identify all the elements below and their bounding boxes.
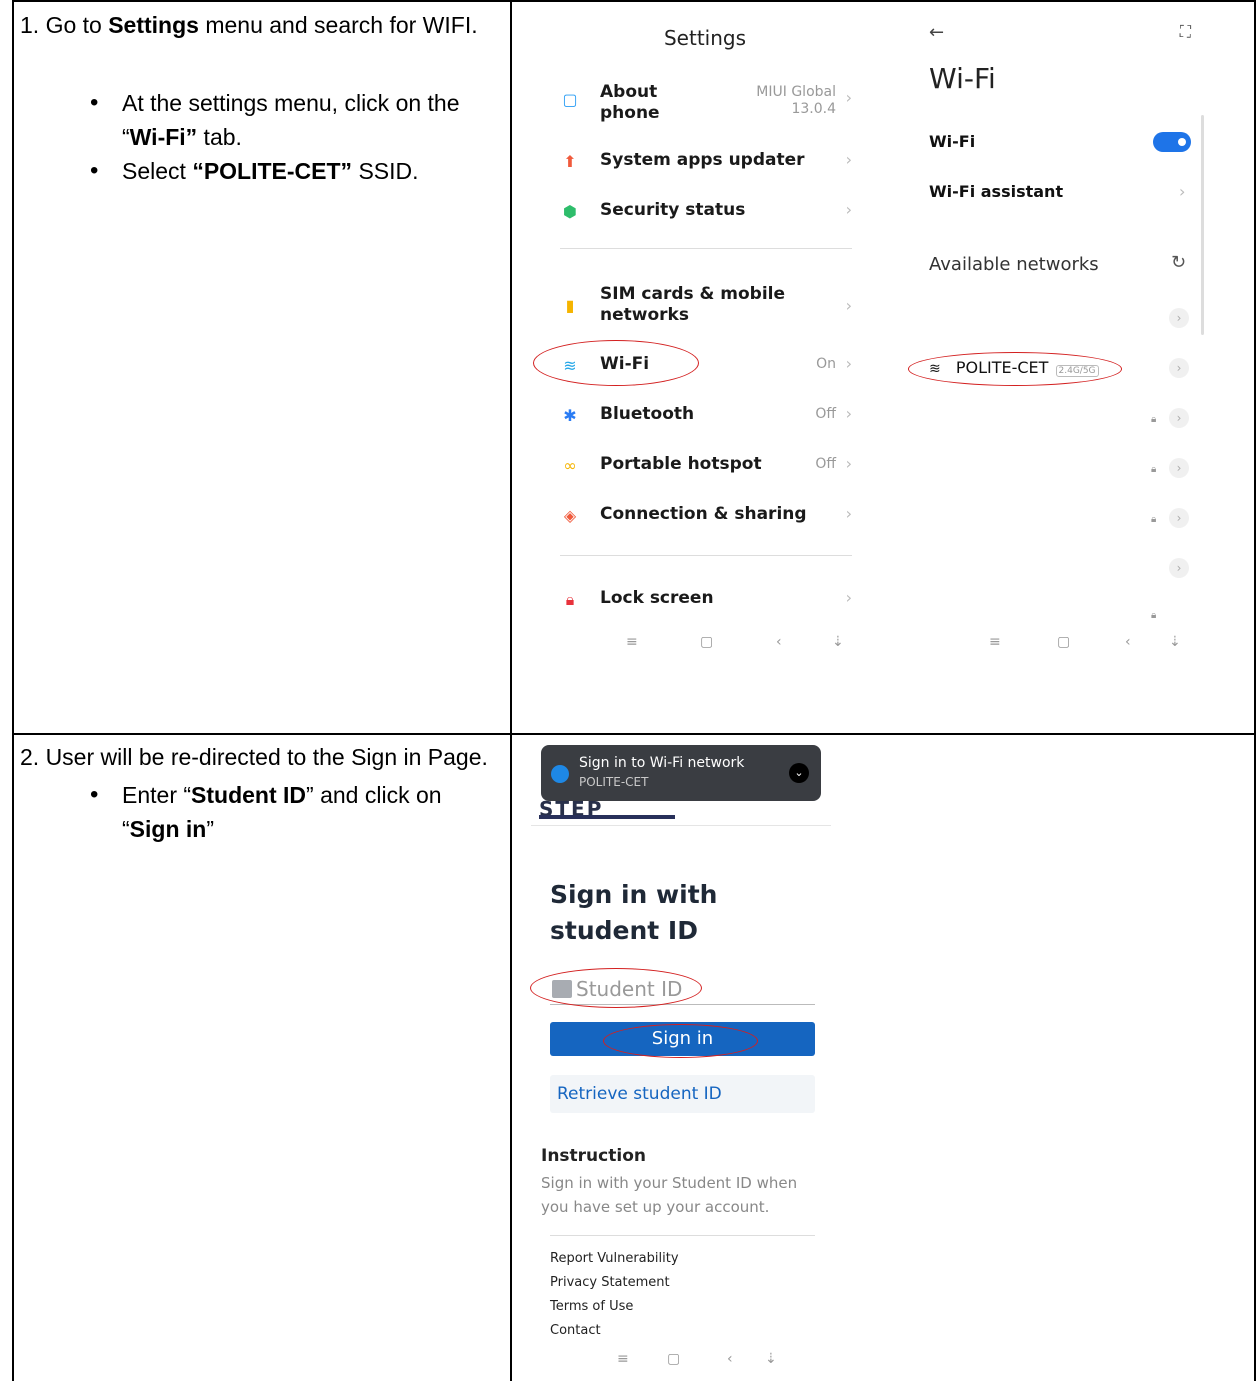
chevron-right-icon: › [845, 296, 852, 315]
settings-item-bluetooth[interactable]: ✱ Bluetooth Off › [540, 396, 870, 436]
menu-icon[interactable]: ≡ [989, 634, 1001, 650]
back-icon[interactable]: ‹ [727, 1351, 733, 1367]
step2-instructions: 2. User will be re-directed to the Sign … [20, 740, 500, 846]
signin-title: Sign in with student ID [550, 880, 718, 945]
wifi-assistant-label[interactable]: Wi-Fi assistant [929, 182, 1199, 201]
network-notification-icon [551, 765, 569, 783]
settings-item-portable-hotspot[interactable]: ∞ Portable hotspot Off › [540, 446, 870, 486]
settings-item-system-apps-updater[interactable]: ⬆ System apps updater › [540, 142, 870, 182]
chevron-right-icon: › [845, 454, 852, 473]
refresh-icon[interactable]: ↻ [1171, 252, 1186, 273]
home-icon[interactable]: ▢ [1057, 634, 1070, 650]
ssid-highlight-ellipse [908, 352, 1122, 386]
lock-icon: 🔒︎ [1151, 414, 1157, 425]
scrollbar[interactable] [1201, 115, 1204, 335]
step2-bullet: Enter “Student ID” and click on “Sign in… [80, 778, 500, 846]
wifi-page-title: Wi-Fi [929, 62, 996, 95]
chevron-right-icon: › [845, 88, 852, 107]
student-id-highlight-ellipse [530, 968, 702, 1008]
network-detail-icon[interactable]: › [1169, 358, 1189, 378]
menu-icon[interactable]: ≡ [617, 1351, 629, 1367]
settings-title: Settings [663, 26, 747, 50]
instruction-heading: Instruction [541, 1146, 646, 1166]
share-icon: ◈ [563, 506, 577, 525]
report-vulnerability-link[interactable]: Report Vulnerability [550, 1251, 679, 1266]
step1-intro: 1. Go to Settings menu and search for WI… [20, 12, 478, 38]
sim-icon: ▮ [565, 296, 575, 315]
step1-bullet-ssid: Select “POLITE-CET” SSID. [80, 154, 500, 188]
lock-icon: 🔒︎ [565, 590, 575, 609]
back-arrow-icon[interactable]: ← [929, 22, 944, 43]
network-detail-icon[interactable]: › [1169, 308, 1189, 328]
step1-bullet-wifi: At the settings menu, click on the “Wi-F… [80, 86, 500, 154]
settings-screenshot: Settings ▢ About phone MIUI Global 13.0.… [540, 10, 870, 660]
android-nav-bar: ≡ ▢ ‹ ⇣ [531, 1347, 831, 1377]
settings-item-about-phone[interactable]: ▢ About phone MIUI Global 13.0.4 › [540, 80, 870, 130]
lock-icon: 🔒︎ [1151, 514, 1157, 525]
contact-link[interactable]: Contact [550, 1323, 601, 1338]
network-detail-icon[interactable]: › [1169, 408, 1189, 428]
terms-of-use-link[interactable]: Terms of Use [550, 1299, 633, 1314]
step-logo: STEP [535, 797, 695, 821]
settings-item-connection-sharing[interactable]: ◈ Connection & sharing › [540, 496, 870, 536]
network-detail-icon[interactable]: › [1169, 508, 1189, 528]
divider [560, 555, 852, 556]
retrieve-student-id-button[interactable]: Retrieve student ID [550, 1075, 815, 1113]
phone-icon: ▢ [562, 90, 578, 109]
wifi-toggle[interactable] [1153, 132, 1191, 152]
wifi-screenshot: ← ⛶ Wi-Fi Wi-Fi Wi-Fi assistant › Availa… [905, 10, 1215, 660]
chevron-right-icon: › [845, 354, 852, 373]
chevron-right-icon: › [845, 588, 852, 607]
network-detail-icon[interactable]: › [1169, 558, 1189, 578]
available-networks-label: Available networks [929, 254, 1099, 275]
chevron-down-icon[interactable]: ⌄ [789, 763, 809, 783]
nav-toggle-icon[interactable]: ⇣ [832, 634, 844, 650]
home-icon[interactable]: ▢ [667, 1351, 680, 1367]
signin-screenshot: STEP Sign in to Wi-Fi network POLITE-CET… [531, 741, 831, 1381]
bluetooth-icon: ✱ [563, 406, 577, 425]
back-icon[interactable]: ‹ [1125, 634, 1131, 650]
menu-icon[interactable]: ≡ [626, 634, 638, 650]
arrow-up-icon: ⬆ [563, 152, 577, 171]
chevron-right-icon: › [845, 504, 852, 523]
home-icon[interactable]: ▢ [700, 634, 713, 650]
lock-icon: 🔒︎ [1151, 464, 1157, 475]
chevron-right-icon: › [845, 150, 852, 169]
privacy-statement-link[interactable]: Privacy Statement [550, 1275, 670, 1290]
nav-toggle-icon[interactable]: ⇣ [765, 1351, 777, 1367]
android-nav-bar: ≡ ▢ ‹ ⇣ [905, 630, 1215, 660]
wifi-highlight-ellipse [533, 340, 699, 386]
settings-item-lock-screen[interactable]: 🔒︎ Lock screen › [540, 580, 870, 620]
chevron-right-icon: › [845, 404, 852, 423]
divider [560, 248, 852, 249]
network-detail-icon[interactable]: › [1169, 458, 1189, 478]
lock-icon: 🔒︎ [1151, 610, 1157, 621]
instruction-text: Sign in with your Student ID when you ha… [541, 1174, 798, 1216]
chevron-right-icon: › [845, 200, 852, 219]
back-icon[interactable]: ‹ [776, 634, 782, 650]
divider [531, 825, 831, 826]
sign-in-highlight-ellipse [603, 1024, 758, 1058]
shield-icon: ⬢ [563, 202, 577, 221]
hotspot-icon: ∞ [563, 456, 577, 475]
scan-qr-icon[interactable]: ⛶ [1180, 22, 1191, 42]
settings-item-sim-cards[interactable]: ▮ SIM cards & mobile networks › [540, 282, 870, 332]
step2-intro: 2. User will be re-directed to the Sign … [20, 744, 488, 770]
settings-item-security-status[interactable]: ⬢ Security status › [540, 192, 870, 232]
chevron-right-icon: › [1179, 182, 1186, 201]
android-nav-bar: ≡ ▢ ‹ ⇣ [540, 630, 870, 660]
nav-toggle-icon[interactable]: ⇣ [1169, 634, 1181, 650]
sign-in-notification[interactable]: Sign in to Wi-Fi network POLITE-CET ⌄ [541, 745, 821, 801]
step1-instructions: 1. Go to Settings menu and search for WI… [20, 8, 500, 188]
divider [550, 1235, 815, 1236]
